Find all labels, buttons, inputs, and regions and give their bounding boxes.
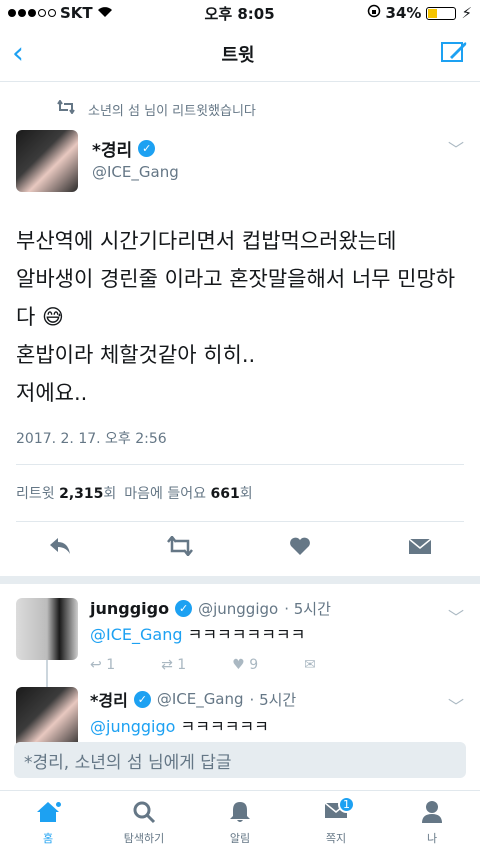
heart-icon: ♥ bbox=[232, 657, 245, 673]
author-handle[interactable]: @ICE_Gang bbox=[92, 163, 448, 181]
reply-input[interactable]: *경리, 소년의 섬 님에게 답글 bbox=[14, 742, 466, 778]
clock-label: 오후 8:05 bbox=[204, 4, 275, 23]
tab-search[interactable]: 탐색하기 bbox=[109, 800, 179, 846]
tab-home-label: 홈 bbox=[42, 831, 54, 845]
chevron-down-icon[interactable]: ﹀ bbox=[448, 130, 464, 192]
retweet-button[interactable]: ⇄ 1 bbox=[161, 657, 186, 673]
avatar[interactable] bbox=[16, 598, 78, 660]
reply-item[interactable]: junggigo ✓ @junggigo · 5시간 @ICE_Gang ㅋㅋㅋ… bbox=[0, 584, 480, 692]
charging-icon: ⚡ bbox=[461, 4, 472, 22]
status-bar: SKT 오후 8:05 34% ⚡ bbox=[0, 0, 480, 26]
tab-me[interactable]: 나 bbox=[397, 800, 467, 846]
nav-bar: ‹ 트윗 bbox=[0, 26, 480, 82]
battery-icon bbox=[426, 6, 457, 20]
reply-time: · 5시간 bbox=[249, 690, 297, 709]
reply-mention[interactable]: @junggigo bbox=[90, 717, 175, 736]
reply-author-name[interactable]: *경리 bbox=[90, 687, 128, 711]
battery-percent: 34% bbox=[385, 4, 422, 22]
wifi-icon bbox=[97, 4, 113, 22]
retweet-icon: ⇄ bbox=[161, 657, 173, 673]
page-title: 트윗 bbox=[221, 44, 255, 66]
like-button[interactable]: ♥ 9 bbox=[232, 657, 258, 673]
orientation-lock-icon bbox=[367, 4, 381, 22]
search-icon bbox=[132, 800, 156, 826]
author-display-name[interactable]: *경리 bbox=[92, 136, 132, 161]
retweet-stat[interactable]: 리트윗 2,315회 bbox=[16, 483, 116, 503]
tweet-stats: 리트윗 2,315회 마음에 들어요 661회 bbox=[16, 465, 464, 522]
tweet-author: *경리 ✓ @ICE_Gang ﹀ bbox=[0, 122, 480, 192]
reply-icon[interactable] bbox=[40, 536, 80, 562]
reply-author-name[interactable]: junggigo bbox=[90, 599, 169, 618]
compose-tweet-icon[interactable] bbox=[440, 39, 468, 69]
reply-author-handle: @ICE_Gang bbox=[156, 690, 244, 708]
tab-search-label: 탐색하기 bbox=[123, 831, 165, 845]
chevron-down-icon[interactable]: ﹀ bbox=[448, 598, 464, 687]
retweet-icon bbox=[56, 99, 76, 118]
messages-badge: 1 bbox=[338, 795, 355, 813]
reply-placeholder: *경리, 소년의 섬 님에게 답글 bbox=[24, 752, 232, 773]
carrier-label: SKT bbox=[60, 4, 93, 22]
tab-home[interactable]: 홈 bbox=[13, 799, 83, 846]
tab-notifications[interactable]: 알림 bbox=[205, 800, 275, 846]
retweet-icon[interactable] bbox=[160, 534, 200, 562]
reply-text: ㅋㅋㅋㅋㅋㅋ bbox=[180, 717, 269, 736]
reply-mention[interactable]: @ICE_Gang bbox=[90, 625, 183, 644]
tweet-text: 부산역에 시간기다리면서 컵밥먹으러왔는데 알바생이 경린줄 이라고 혼잣말을해… bbox=[16, 229, 456, 405]
tweet-timestamp: 2017. 2. 17. 오후 2:56 bbox=[16, 412, 464, 465]
reply-item[interactable]: *경리 ✓ @ICE_Gang · 5시간 @junggigo ㅋㅋㅋㅋㅋㅋ ﹀ bbox=[0, 687, 480, 749]
retweet-context-text: 소년의 섬 님이 리트윗했습니다 bbox=[88, 103, 256, 119]
verified-icon: ✓ bbox=[175, 600, 193, 617]
tab-me-label: 나 bbox=[426, 831, 438, 845]
heart-icon[interactable] bbox=[280, 536, 320, 562]
signal-icon bbox=[8, 9, 56, 17]
bell-icon bbox=[229, 800, 251, 826]
verified-icon: ✓ bbox=[138, 140, 156, 157]
tab-bar: 홈 탐색하기 알림 1 쪽지 나 bbox=[0, 790, 480, 854]
new-content-dot bbox=[54, 799, 63, 809]
avatar[interactable] bbox=[16, 130, 78, 192]
tab-messages-label: 쪽지 bbox=[325, 831, 347, 845]
back-icon[interactable]: ‹ bbox=[12, 38, 36, 69]
reply-button[interactable]: ↩ 1 bbox=[90, 657, 115, 673]
direct-message-icon[interactable]: ✉ bbox=[304, 657, 316, 673]
reply-icon: ↩ bbox=[90, 657, 102, 673]
verified-icon: ✓ bbox=[133, 690, 151, 708]
chevron-down-icon[interactable]: ﹀ bbox=[448, 687, 464, 749]
retweet-context: 소년의 섬 님이 리트윗했습니다 bbox=[0, 82, 480, 122]
reply-time: · 5시간 bbox=[284, 600, 331, 618]
reply-text: ㅋㅋㅋㅋㅋㅋㅋㅋ bbox=[187, 625, 306, 644]
tweet-actions bbox=[0, 522, 480, 584]
tab-notifications-label: 알림 bbox=[229, 831, 251, 845]
like-stat[interactable]: 마음에 들어요 661회 bbox=[124, 483, 252, 503]
tab-messages[interactable]: 1 쪽지 bbox=[301, 795, 371, 846]
avatar[interactable] bbox=[16, 687, 78, 749]
person-icon bbox=[421, 800, 443, 826]
reply-author-handle: @junggigo bbox=[198, 599, 279, 618]
direct-message-icon[interactable] bbox=[400, 536, 440, 562]
